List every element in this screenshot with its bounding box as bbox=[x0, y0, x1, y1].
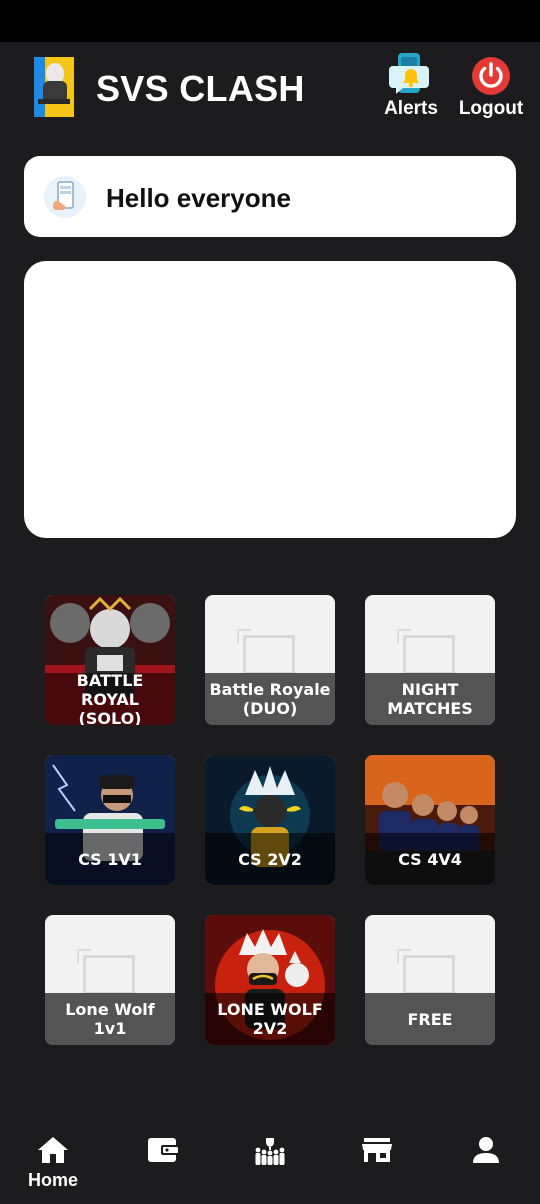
logout-button[interactable]: Logout bbox=[456, 52, 526, 120]
image-placeholder-icon bbox=[77, 949, 135, 995]
game-tile-lone-wolf-2v2[interactable]: LONE WOLF 2V2 bbox=[205, 915, 335, 1045]
game-label: LONE WOLF 2V2 bbox=[205, 993, 335, 1045]
nav-store[interactable] bbox=[332, 1136, 422, 1164]
logout-label: Logout bbox=[458, 98, 524, 119]
nav-profile[interactable] bbox=[441, 1136, 531, 1164]
power-icon bbox=[472, 57, 510, 95]
game-tile-cs-4v4[interactable]: CS 4V4 bbox=[365, 755, 495, 885]
status-bar bbox=[0, 0, 540, 42]
game-label: BATTLE ROYAL (SOLO) bbox=[45, 671, 175, 725]
game-tile-cs-2v2[interactable]: CS 2V2 bbox=[205, 755, 335, 885]
app-logo bbox=[34, 57, 74, 117]
game-label: NIGHT MATCHES bbox=[365, 673, 495, 725]
bottom-nav: Home bbox=[0, 1124, 540, 1204]
nav-wallet[interactable] bbox=[118, 1136, 208, 1164]
game-label: CS 1V1 bbox=[45, 833, 175, 885]
image-placeholder-icon bbox=[237, 629, 295, 675]
game-tile-battle-royale-duo[interactable]: Battle Royale (DUO) bbox=[205, 595, 335, 725]
notice-text: Hello everyone bbox=[106, 183, 291, 213]
game-tile-night-matches[interactable]: NIGHT MATCHES bbox=[365, 595, 495, 725]
phone-hand-icon bbox=[44, 176, 86, 218]
image-placeholder-icon bbox=[397, 629, 455, 675]
game-label: Lone Wolf 1v1 bbox=[45, 993, 175, 1045]
nav-home-label: Home bbox=[27, 1170, 78, 1190]
alerts-button[interactable]: Alerts bbox=[380, 52, 442, 120]
game-tile-lone-wolf-1v1[interactable]: Lone Wolf 1v1 bbox=[45, 915, 175, 1045]
notice-card: Hello everyone bbox=[24, 156, 516, 237]
app-title: SVS CLASH bbox=[96, 68, 305, 109]
game-label: CS 4V4 bbox=[365, 833, 495, 885]
alerts-label: Alerts bbox=[384, 98, 438, 119]
image-placeholder-icon bbox=[397, 949, 455, 995]
store-icon bbox=[362, 1138, 392, 1162]
wallet-icon bbox=[148, 1138, 178, 1162]
nav-home[interactable]: Home bbox=[8, 1136, 98, 1191]
bell-chat-icon bbox=[389, 53, 429, 94]
game-label: CS 2V2 bbox=[205, 833, 335, 885]
profile-icon bbox=[473, 1137, 499, 1163]
home-icon bbox=[38, 1137, 68, 1163]
game-tile-free[interactable]: FREE bbox=[365, 915, 495, 1045]
game-label: FREE bbox=[365, 993, 495, 1045]
banner-slider[interactable] bbox=[24, 261, 516, 538]
game-label: Battle Royale (DUO) bbox=[205, 673, 335, 725]
trophy-team-icon bbox=[255, 1138, 285, 1165]
game-tile-cs-1v1[interactable]: CS 1V1 bbox=[45, 755, 175, 885]
game-tile-battle-royal-solo[interactable]: BATTLE ROYAL (SOLO) bbox=[45, 595, 175, 725]
nav-tournaments[interactable] bbox=[225, 1136, 315, 1168]
